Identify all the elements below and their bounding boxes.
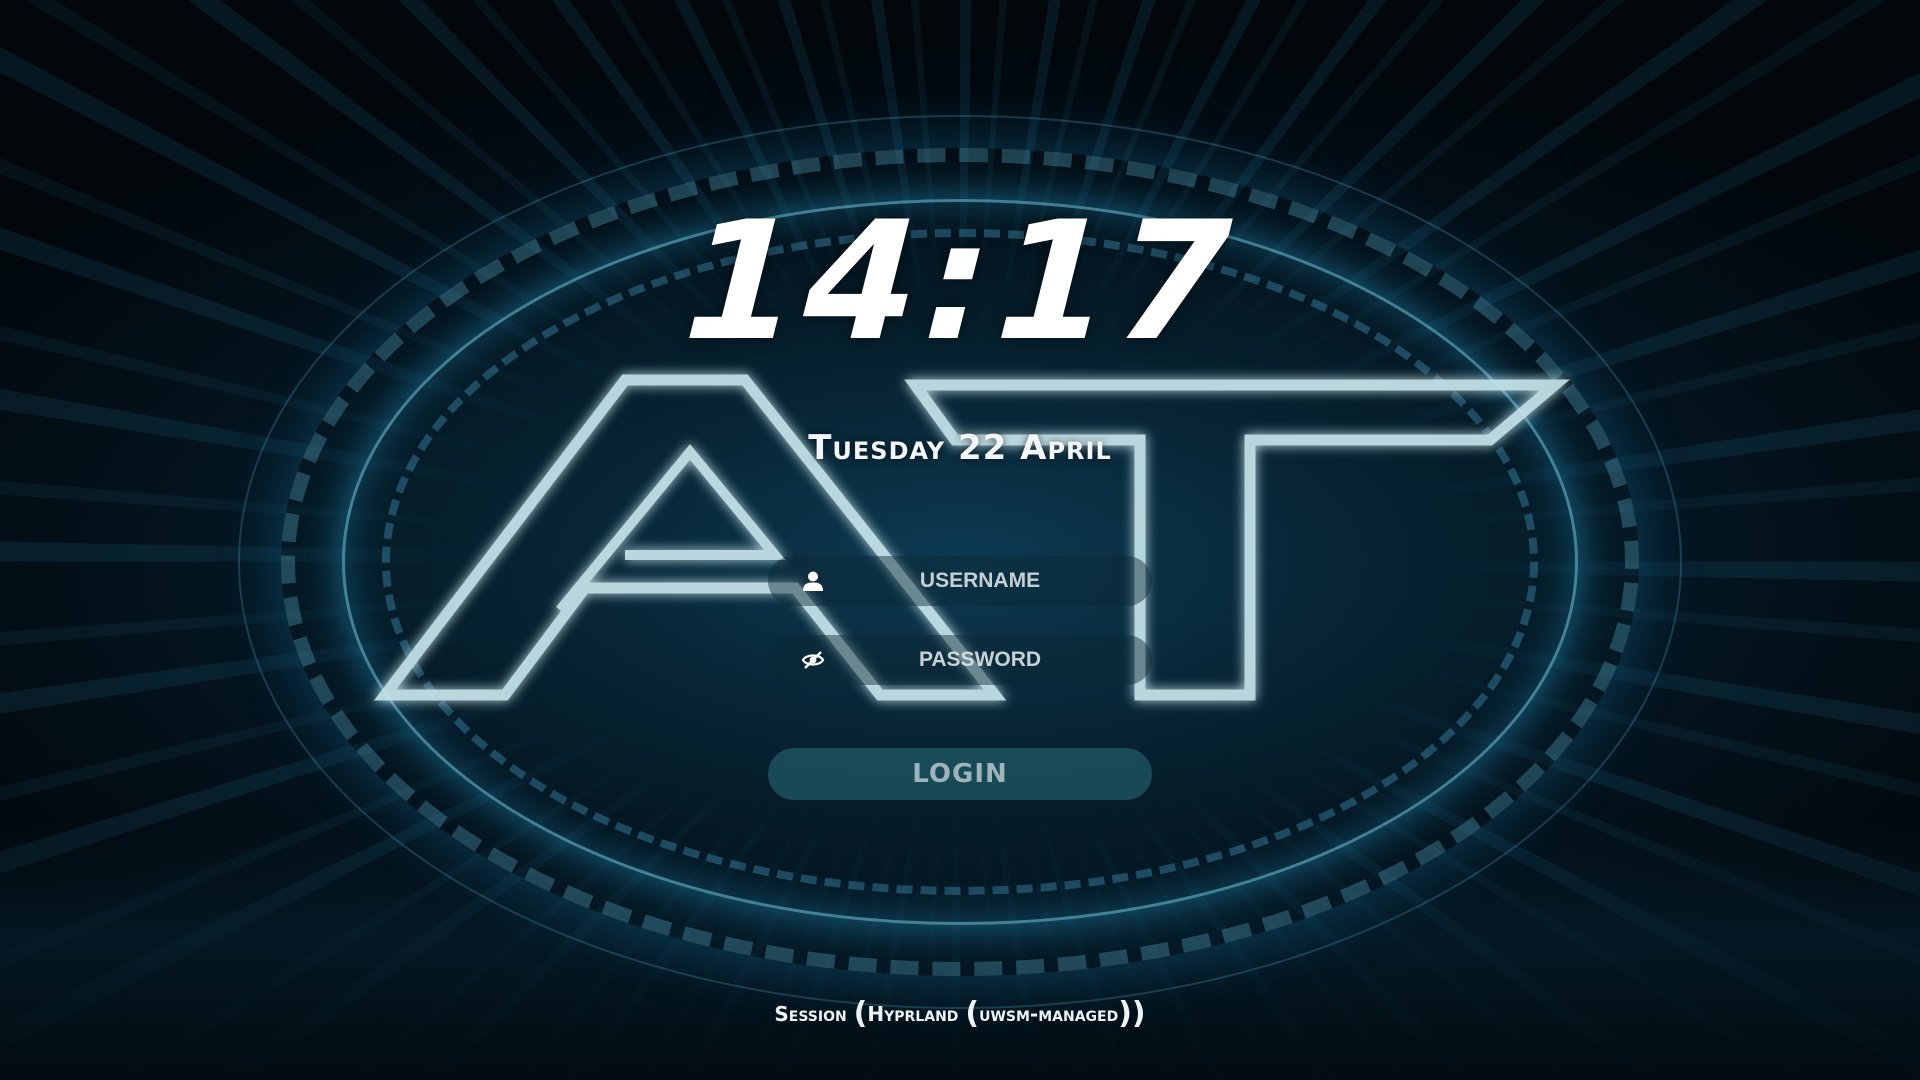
login-screen: 14:17 Tuesday 22 April LOGIN Session (Hy… bbox=[0, 0, 1920, 1080]
session-variant: uwsm-managed bbox=[979, 1002, 1119, 1026]
session-prefix: Session bbox=[774, 1002, 847, 1026]
clock-date: Tuesday 22 April bbox=[808, 428, 1112, 468]
session-name[interactable]: Hyprland bbox=[867, 1002, 958, 1026]
password-input[interactable] bbox=[808, 635, 1152, 685]
session-selector[interactable]: Session (Hyprland (uwsm-managed)) bbox=[0, 996, 1920, 1031]
username-field[interactable] bbox=[768, 556, 1152, 606]
login-button[interactable]: LOGIN bbox=[768, 748, 1152, 800]
username-input[interactable] bbox=[808, 556, 1152, 606]
at-neon-logo-icon bbox=[373, 374, 1571, 701]
clock-time: 14:17 bbox=[660, 186, 1260, 377]
password-field[interactable] bbox=[768, 635, 1152, 685]
